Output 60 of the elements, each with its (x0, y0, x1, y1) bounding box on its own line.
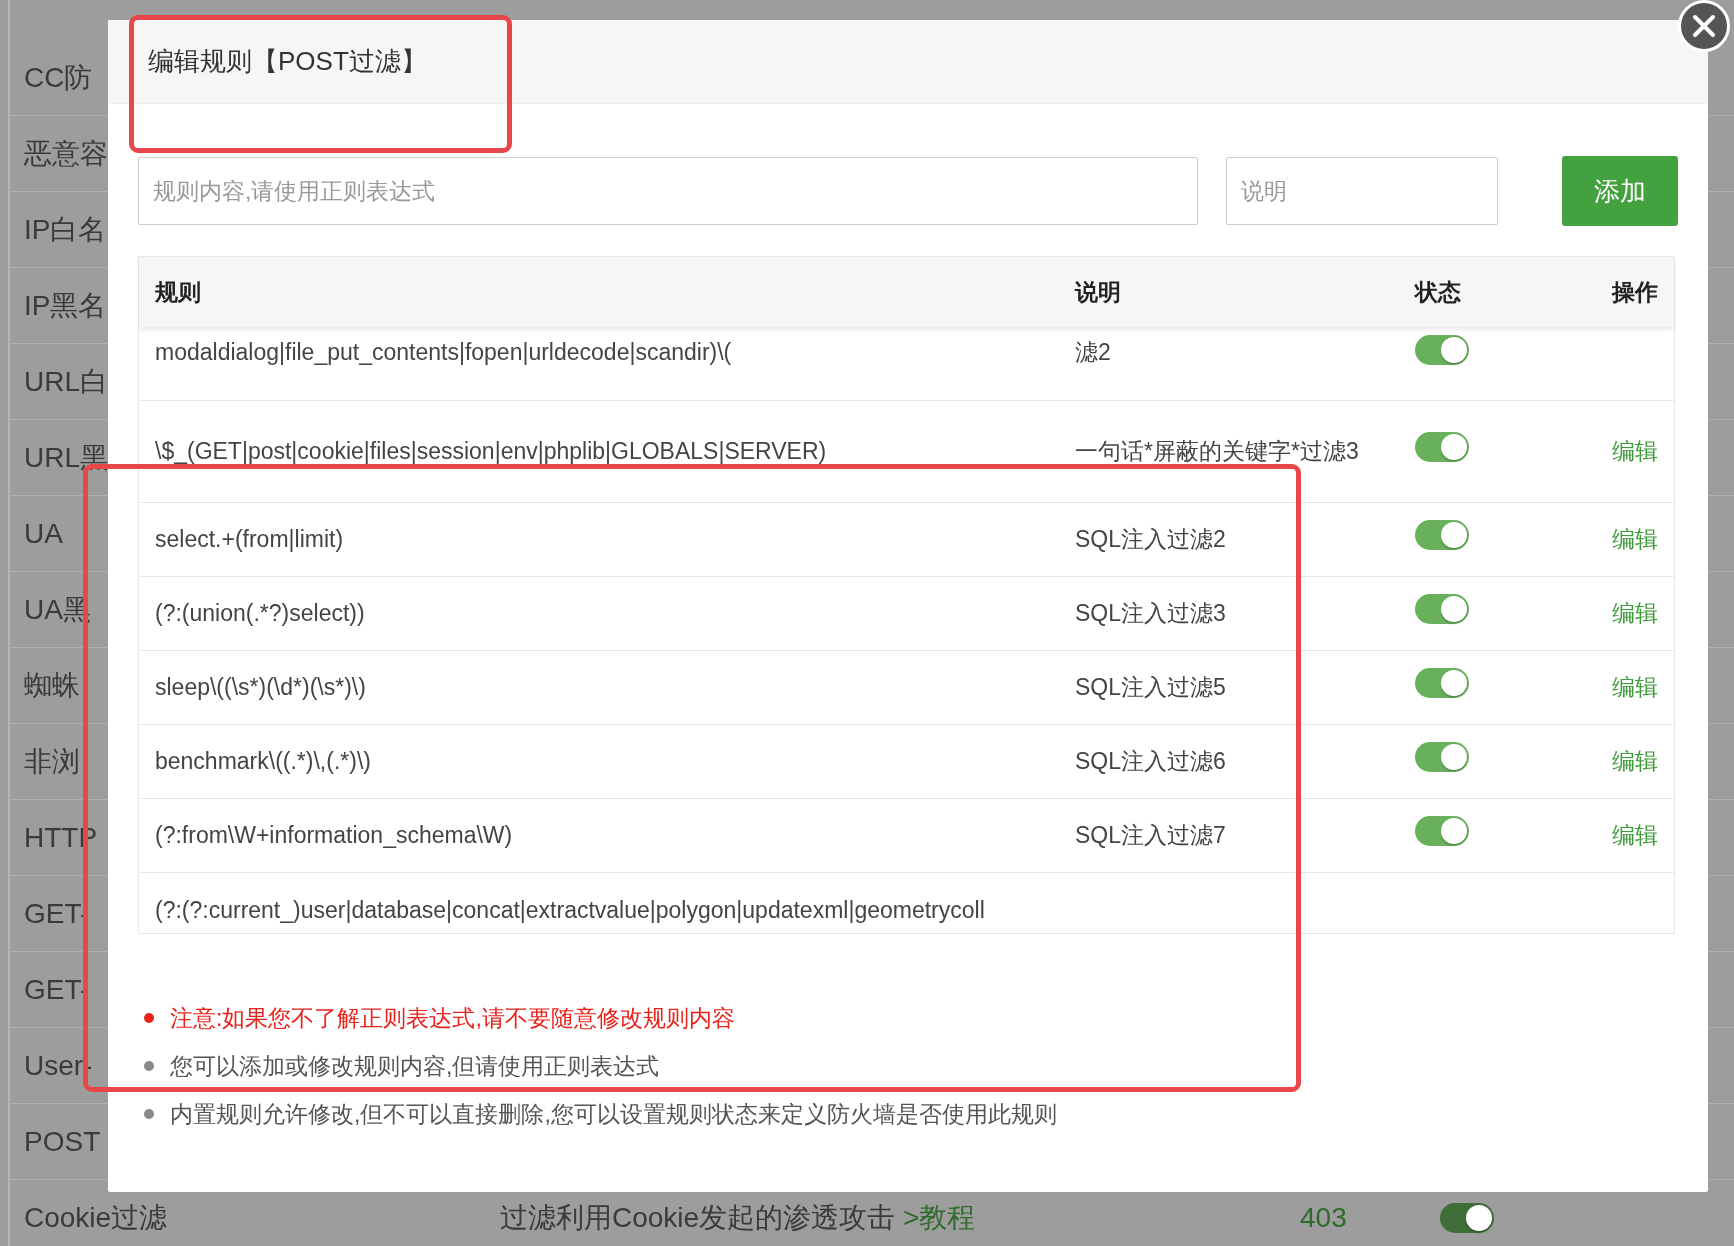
row-label: IP白名 (24, 213, 107, 245)
row-label: POST (24, 1125, 101, 1157)
toggle-switch[interactable] (1415, 741, 1469, 772)
edit-link[interactable]: 编辑 (1612, 822, 1658, 849)
toggle-switch[interactable] (1415, 431, 1469, 462)
note-text: 注意:如果您不了解正则表达式,请不要随意修改规则内容 (170, 1003, 735, 1033)
row-label: GET- (24, 973, 90, 1005)
rule-input-field[interactable]: 规则内容,请使用正则表达式 (138, 157, 1198, 225)
edit-link[interactable]: 编辑 (1612, 526, 1658, 553)
dialog-title: 编辑规则【POST过滤】 (148, 45, 427, 78)
rule-note: 一句话*屏蔽的关键字*过滤3 (1075, 438, 1359, 465)
toggle-switch[interactable] (1415, 593, 1469, 624)
rule-text: (?:from\W+information_schema\W) (155, 822, 513, 849)
column-header: 规则 (155, 278, 201, 305)
row-label: 非浏 (24, 745, 80, 777)
note-text: 您可以添加或修改规则内容,但请使用正则表达式 (170, 1051, 660, 1081)
toggle-switch[interactable] (1415, 335, 1469, 365)
row-label: Cookie过滤 (24, 1201, 168, 1233)
close-icon (1692, 14, 1716, 38)
row-label: 恶意容 (24, 137, 108, 169)
rule-text: sleep\((\s*)(\d*)(\s*)\) (155, 674, 366, 701)
column-header: 状态 (1415, 278, 1461, 305)
rule-note: 滤2 (1075, 339, 1111, 365)
status-code: 403 (1300, 1200, 1348, 1235)
row-label: URL白 (24, 365, 108, 397)
rule-note: SQL注入过滤3 (1075, 600, 1226, 627)
rule-text: modaldialog|file_put_contents|fopen|urldecode|scandir)\( (155, 339, 732, 365)
rule-text: \$_(GET|post|cookie|files|session|env|phplib|GLOBALS|SERVER) (155, 438, 827, 465)
row-label: 蜘蛛 (24, 669, 80, 701)
edit-link[interactable]: 编辑 (1612, 674, 1658, 701)
toggle-switch[interactable] (1415, 815, 1469, 846)
edit-link[interactable]: 编辑 (1612, 600, 1658, 627)
note-input-field[interactable]: 说明 (1226, 157, 1498, 225)
rule-text: select.+(from|limit) (155, 526, 344, 553)
rule-note: SQL注入过滤7 (1075, 822, 1226, 849)
bullet-dot (144, 1013, 154, 1023)
rule-note: SQL注入过滤2 (1075, 526, 1226, 553)
close-button[interactable] (1678, 0, 1730, 52)
note-text: 内置规则允许修改,但不可以直接删除,您可以设置规则状态来定义防火墙是否使用此规则 (170, 1099, 1057, 1129)
rule-text: benchmark\((.*)\,(.*)\) (155, 748, 371, 775)
row-label: IP黑名 (24, 289, 107, 321)
add-button[interactable]: 添加 (1562, 156, 1678, 226)
rule-text: (?:(union(.*?)select)) (155, 600, 365, 627)
toggle-switch[interactable] (1415, 667, 1469, 698)
rule-note: SQL注入过滤6 (1075, 748, 1226, 775)
bullet-dot (144, 1061, 154, 1071)
tutorial-link[interactable]: >教程 (902, 1201, 976, 1233)
row-description: 过滤利用Cookie发起的渗透攻击 (500, 1201, 897, 1233)
row-label: CC防 (24, 61, 93, 93)
rule-text: (?:(?:current_)user|database|concat|extractvalue|polygon|updatexml|geometrycoll (155, 896, 985, 923)
edit-link[interactable]: 编辑 (1612, 438, 1658, 465)
edit-link[interactable]: 编辑 (1612, 748, 1658, 775)
column-header: 操作 (1612, 278, 1658, 305)
row-label: GET- (24, 897, 90, 929)
row-label: UA (24, 517, 63, 549)
toggle-switch[interactable] (1415, 519, 1469, 550)
column-header: 说明 (1075, 278, 1121, 305)
toggle-switch[interactable] (1440, 1202, 1494, 1233)
rule-note: SQL注入过滤5 (1075, 674, 1226, 701)
bullet-dot (144, 1109, 154, 1119)
